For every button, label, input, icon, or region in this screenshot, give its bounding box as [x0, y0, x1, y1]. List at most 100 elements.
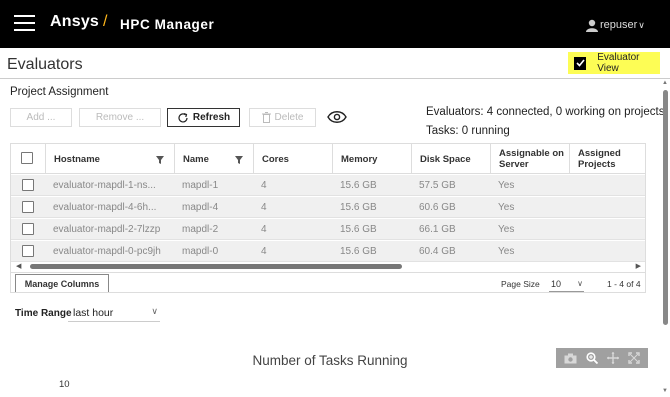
cell-memory: 15.6 GB	[340, 246, 377, 257]
cell-assigned-projects	[569, 175, 645, 196]
chevron-down-icon: ∨	[638, 19, 645, 30]
evaluators-table: Hostname Name Cores Memory Disk Space As…	[10, 143, 646, 293]
tasks-status: Tasks: 0 running	[426, 125, 510, 137]
scrollbar-thumb[interactable]	[663, 90, 668, 325]
evaluators-status: Evaluators: 4 connected, 0 working on pr…	[426, 106, 665, 118]
evaluator-view-toggle[interactable]: Evaluator View	[568, 52, 660, 74]
table-row[interactable]: evaluator-mapdl-4-6h... mapdl-4 4 15.6 G…	[11, 197, 645, 218]
filter-icon[interactable]	[156, 156, 164, 164]
page-info: 1 - 4 of 4	[607, 279, 641, 289]
page-size-select[interactable]: 10 ∨	[549, 278, 584, 292]
add-button[interactable]: Add ...	[10, 108, 72, 127]
cell-name: mapdl-1	[182, 180, 219, 191]
cell-cores: 4	[261, 224, 267, 235]
column-header-label: Name	[183, 153, 209, 165]
cell-name: mapdl-4	[182, 202, 219, 213]
camera-icon[interactable]	[564, 353, 577, 364]
cell-name: mapdl-0	[182, 246, 219, 257]
time-range-select[interactable]: last hour ∨	[68, 304, 160, 322]
user-name: repuser	[600, 19, 638, 31]
cell-assigned-projects	[569, 241, 645, 262]
cell-hostname: evaluator-mapdl-4-6h...	[53, 202, 157, 213]
cell-hostname: evaluator-mapdl-0-pc9jh	[53, 246, 161, 257]
table-row[interactable]: evaluator-mapdl-0-pc9jh mapdl-0 4 15.6 G…	[11, 241, 645, 262]
column-header-memory[interactable]: Memory	[332, 144, 411, 174]
chart-toolbar	[556, 348, 648, 368]
manage-columns-button[interactable]: Manage Columns	[15, 274, 109, 292]
column-header-label: Assignable on Server	[499, 148, 564, 170]
cell-cores: 4	[261, 202, 267, 213]
cell-name: mapdl-2	[182, 224, 219, 235]
add-button-label: Add ...	[26, 112, 56, 123]
column-header-label: Assigned Projects	[578, 148, 621, 170]
zoom-icon[interactable]	[586, 352, 599, 364]
hamburger-menu-icon[interactable]	[14, 15, 35, 32]
refresh-button-label: Refresh	[192, 112, 231, 123]
column-header-hostname[interactable]: Hostname	[45, 144, 174, 174]
scroll-up-icon[interactable]: ▲	[662, 80, 668, 86]
cell-cores: 4	[261, 180, 267, 191]
cell-disk-space: 57.5 GB	[419, 180, 456, 191]
table-footer: Manage Columns Page Size 10 ∨ 1 - 4 of 4	[11, 272, 645, 292]
evaluator-view-label: Evaluator View	[597, 52, 640, 74]
table-row[interactable]: evaluator-mapdl-2-7lzzp mapdl-2 4 15.6 G…	[11, 219, 645, 240]
cell-assigned-projects	[569, 197, 645, 218]
column-header-cores[interactable]: Cores	[253, 144, 332, 174]
select-all-checkbox[interactable]	[21, 152, 33, 164]
user-menu[interactable]: repuser ∨	[586, 17, 645, 33]
brand-slash: /	[103, 13, 108, 30]
cell-memory: 15.6 GB	[340, 224, 377, 235]
page-vertical-scrollbar[interactable]: ▲ ▼	[662, 78, 669, 397]
chevron-down-icon: ∨	[151, 306, 158, 316]
column-header-label: Disk Space	[420, 153, 471, 165]
delete-button-label: Delete	[274, 112, 304, 123]
scroll-down-icon[interactable]: ▼	[662, 388, 668, 394]
time-range-label: Time Range	[15, 308, 72, 319]
eye-icon[interactable]	[327, 110, 347, 129]
row-checkbox[interactable]	[22, 179, 34, 191]
trash-icon	[261, 112, 271, 123]
column-header-disk-space[interactable]: Disk Space	[411, 144, 490, 174]
user-icon	[586, 19, 598, 32]
filter-icon[interactable]	[235, 156, 243, 164]
table-header: Hostname Name Cores Memory Disk Space As…	[11, 144, 645, 174]
column-header-assignable[interactable]: Assignable on Server	[490, 144, 569, 174]
column-header-name[interactable]: Name	[174, 144, 253, 174]
pan-icon[interactable]	[606, 352, 619, 364]
delete-button[interactable]: Delete	[249, 108, 316, 127]
cell-assignable: Yes	[498, 202, 515, 213]
cell-disk-space: 66.1 GB	[419, 224, 456, 235]
row-checkbox[interactable]	[22, 245, 34, 257]
scroll-right-icon[interactable]: ▶	[636, 262, 641, 270]
page-title: Evaluators	[7, 56, 83, 73]
cell-assignable: Yes	[498, 224, 515, 235]
scroll-left-icon[interactable]: ◀	[16, 262, 21, 270]
cell-assignable: Yes	[498, 246, 515, 257]
remove-button[interactable]: Remove ...	[79, 108, 161, 127]
table-row[interactable]: evaluator-mapdl-1-ns... mapdl-1 4 15.6 G…	[11, 175, 645, 196]
remove-button-label: Remove ...	[95, 112, 145, 123]
section-title: Project Assignment	[10, 86, 109, 98]
row-checkbox[interactable]	[22, 223, 34, 235]
evaluator-view-checkbox[interactable]	[574, 56, 587, 70]
cell-hostname: evaluator-mapdl-1-ns...	[53, 180, 156, 191]
column-header-label: Cores	[262, 153, 289, 165]
refresh-button[interactable]: Refresh	[167, 108, 240, 127]
horizontal-scrollbar[interactable]: ◀ ▶	[11, 262, 645, 271]
column-header-assigned-projects[interactable]: Assigned Projects	[569, 144, 645, 174]
product-name: HPC Manager	[120, 17, 215, 32]
header-divider	[0, 78, 670, 79]
cell-assignable: Yes	[498, 180, 515, 191]
row-checkbox[interactable]	[22, 201, 34, 213]
cell-cores: 4	[261, 246, 267, 257]
cell-memory: 15.6 GB	[340, 180, 377, 191]
scrollbar-thumb[interactable]	[30, 264, 402, 269]
autoscale-icon[interactable]	[627, 352, 640, 364]
brand-logo: Ansys /	[50, 13, 107, 31]
cell-memory: 15.6 GB	[340, 202, 377, 213]
brand-name: Ansys	[50, 13, 100, 30]
cell-disk-space: 60.6 GB	[419, 202, 456, 213]
cell-disk-space: 60.4 GB	[419, 246, 456, 257]
cell-hostname: evaluator-mapdl-2-7lzzp	[53, 224, 161, 235]
time-range-value: last hour	[73, 307, 114, 319]
